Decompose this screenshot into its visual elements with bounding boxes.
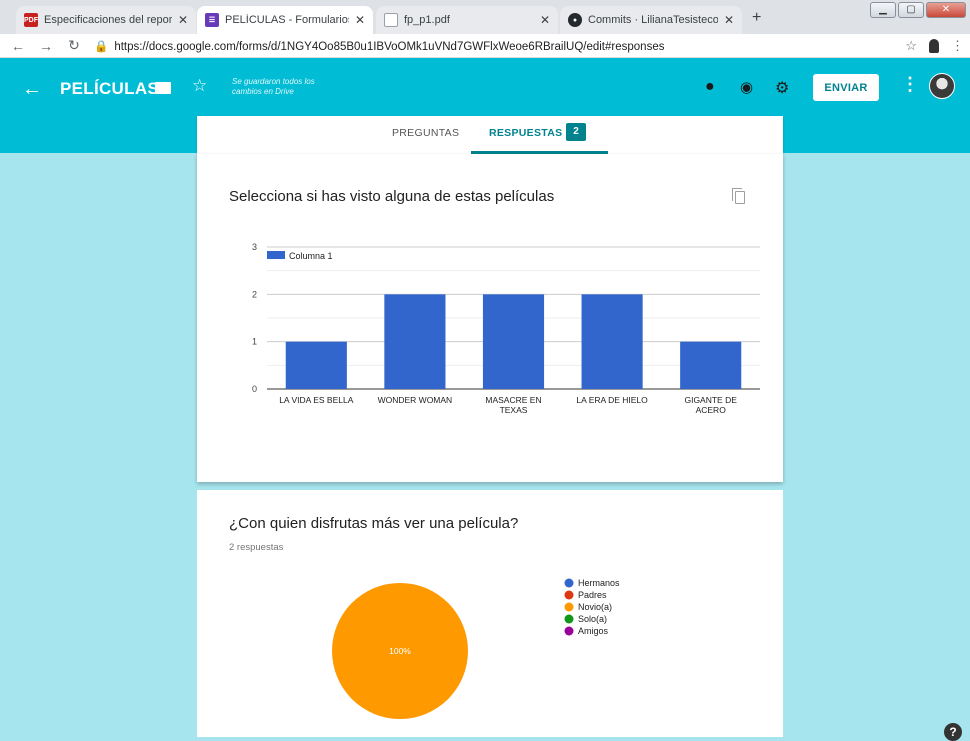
bar [482,294,545,389]
y-tick-label: 0 [252,384,257,394]
close-tab-icon[interactable]: ✕ [355,13,365,27]
url-text: https://docs.google.com/forms/d/1NGY4Oo8… [114,40,665,53]
legend-swatch [564,626,574,636]
legend-swatch [564,614,574,624]
browser-tab[interactable]: ● Commits · LilianaTesisteco/Repo ✕ [560,6,742,34]
browser-tab-bar: PDF Especificaciones del reporte de l ✕ … [0,0,970,34]
tab-title: Commits · LilianaTesisteco/Repo [588,14,718,26]
tab-title: Especificaciones del reporte de l [44,14,172,26]
bar [384,294,446,389]
preview-eye-icon[interactable]: ◉ [740,78,753,96]
palette-icon[interactable]: ● [705,78,715,96]
y-tick-label: 2 [252,289,257,299]
x-tick-label: GIGANTE DE [684,395,737,405]
x-tick-label: MASACRE EN [485,395,541,405]
avatar[interactable] [929,73,955,99]
forward-arrow-icon[interactable]: → [36,38,56,54]
question-card: ¿Con quien disfrutas más ver una películ… [197,490,783,737]
close-tab-icon[interactable]: ✕ [178,13,188,27]
tab-responses[interactable]: RESPUESTAS [489,127,562,139]
tab-questions[interactable]: PREGUNTAS [392,127,459,139]
bar [680,341,742,389]
close-tab-icon[interactable]: ✕ [540,13,550,27]
legend-label: Solo(a) [578,614,607,624]
bookmark-star-icon[interactable]: ☆ [905,38,917,54]
minimize-button[interactable]: ▁ [870,2,896,18]
new-tab-button[interactable]: + [752,9,761,27]
legend-label: Amigos [578,626,609,636]
maximize-button[interactable]: ▢ [898,2,924,18]
profile-icon[interactable] [929,38,939,53]
legend-swatch [564,590,574,600]
legend-label: Columna 1 [289,251,333,261]
forms-icon: ☰ [205,13,219,27]
pdf-icon: PDF [24,13,38,27]
document-icon [384,13,398,27]
x-tick-label: LA ERA DE HIELO [576,395,648,405]
github-icon: ● [568,13,582,27]
legend-swatch [564,578,574,588]
tab-title: PELÍCULAS - Formularios de Goo [225,14,349,26]
x-tick-label: WONDER WOMAN [378,395,453,405]
bar [285,341,347,389]
url-field[interactable]: 🔒 https://docs.google.com/forms/d/1NGY4Oo… [94,39,664,53]
reload-icon[interactable]: ↻ [64,37,84,54]
lock-icon: 🔒 [94,40,109,53]
back-arrow-icon[interactable]: ← [22,78,42,101]
responses-count-badge: 2 [566,123,586,141]
star-icon[interactable]: ☆ [192,76,207,96]
menu-kebab-icon[interactable]: ⋮ [951,38,964,54]
window-controls: ▁ ▢ ✕ [870,2,966,18]
back-arrow-icon[interactable]: ← [8,38,28,54]
more-options-icon[interactable]: ⋮ [901,74,919,95]
form-tabs: PREGUNTAS RESPUESTAS 2 [197,116,783,154]
settings-gear-icon[interactable]: ⚙ [775,78,789,98]
slice-label: 100% [389,646,411,656]
bar [581,294,643,389]
legend-label: Novio(a) [578,602,612,612]
help-icon[interactable]: ? [944,723,962,741]
tab-title: fp_p1.pdf [404,14,450,26]
address-bar: ← → ↻ 🔒 https://docs.google.com/forms/d/1… [0,34,970,58]
x-tick-label: ACERO [696,405,727,415]
saved-status: Se guardaron todos los cambios en Drive [232,77,315,96]
browser-tab[interactable]: PDF Especificaciones del reporte de l ✕ [16,6,196,34]
legend-swatch [564,602,574,612]
form-title: PELÍCULAS [60,79,160,98]
x-tick-label: LA VIDA ES BELLA [279,395,354,405]
legend-label: Hermanos [578,578,620,588]
folder-icon[interactable] [155,82,171,94]
browser-tab-active[interactable]: ☰ PELÍCULAS - Formularios de Goo ✕ [197,6,373,34]
close-tab-icon[interactable]: ✕ [724,13,734,27]
bar-chart: 0 1 2 3 LA VIDA ES BELLA WONDER WOMAN MASACRE … [252,242,760,415]
y-tick-label: 1 [252,337,257,347]
legend-label: Padres [578,590,607,600]
question-card: Selecciona si has visto alguna de estas … [197,154,783,482]
window-close-button[interactable]: ✕ [926,2,966,18]
x-tick-label: TEXAS [500,405,528,415]
legend-swatch [267,251,285,259]
send-button[interactable]: ENVIAR [813,74,879,101]
browser-tab[interactable]: fp_p1.pdf ✕ [376,6,558,34]
y-tick-label: 3 [252,242,257,252]
pie-chart: 100% Hermanos Padres Novio(a) Solo(a) Amigos [332,578,620,719]
